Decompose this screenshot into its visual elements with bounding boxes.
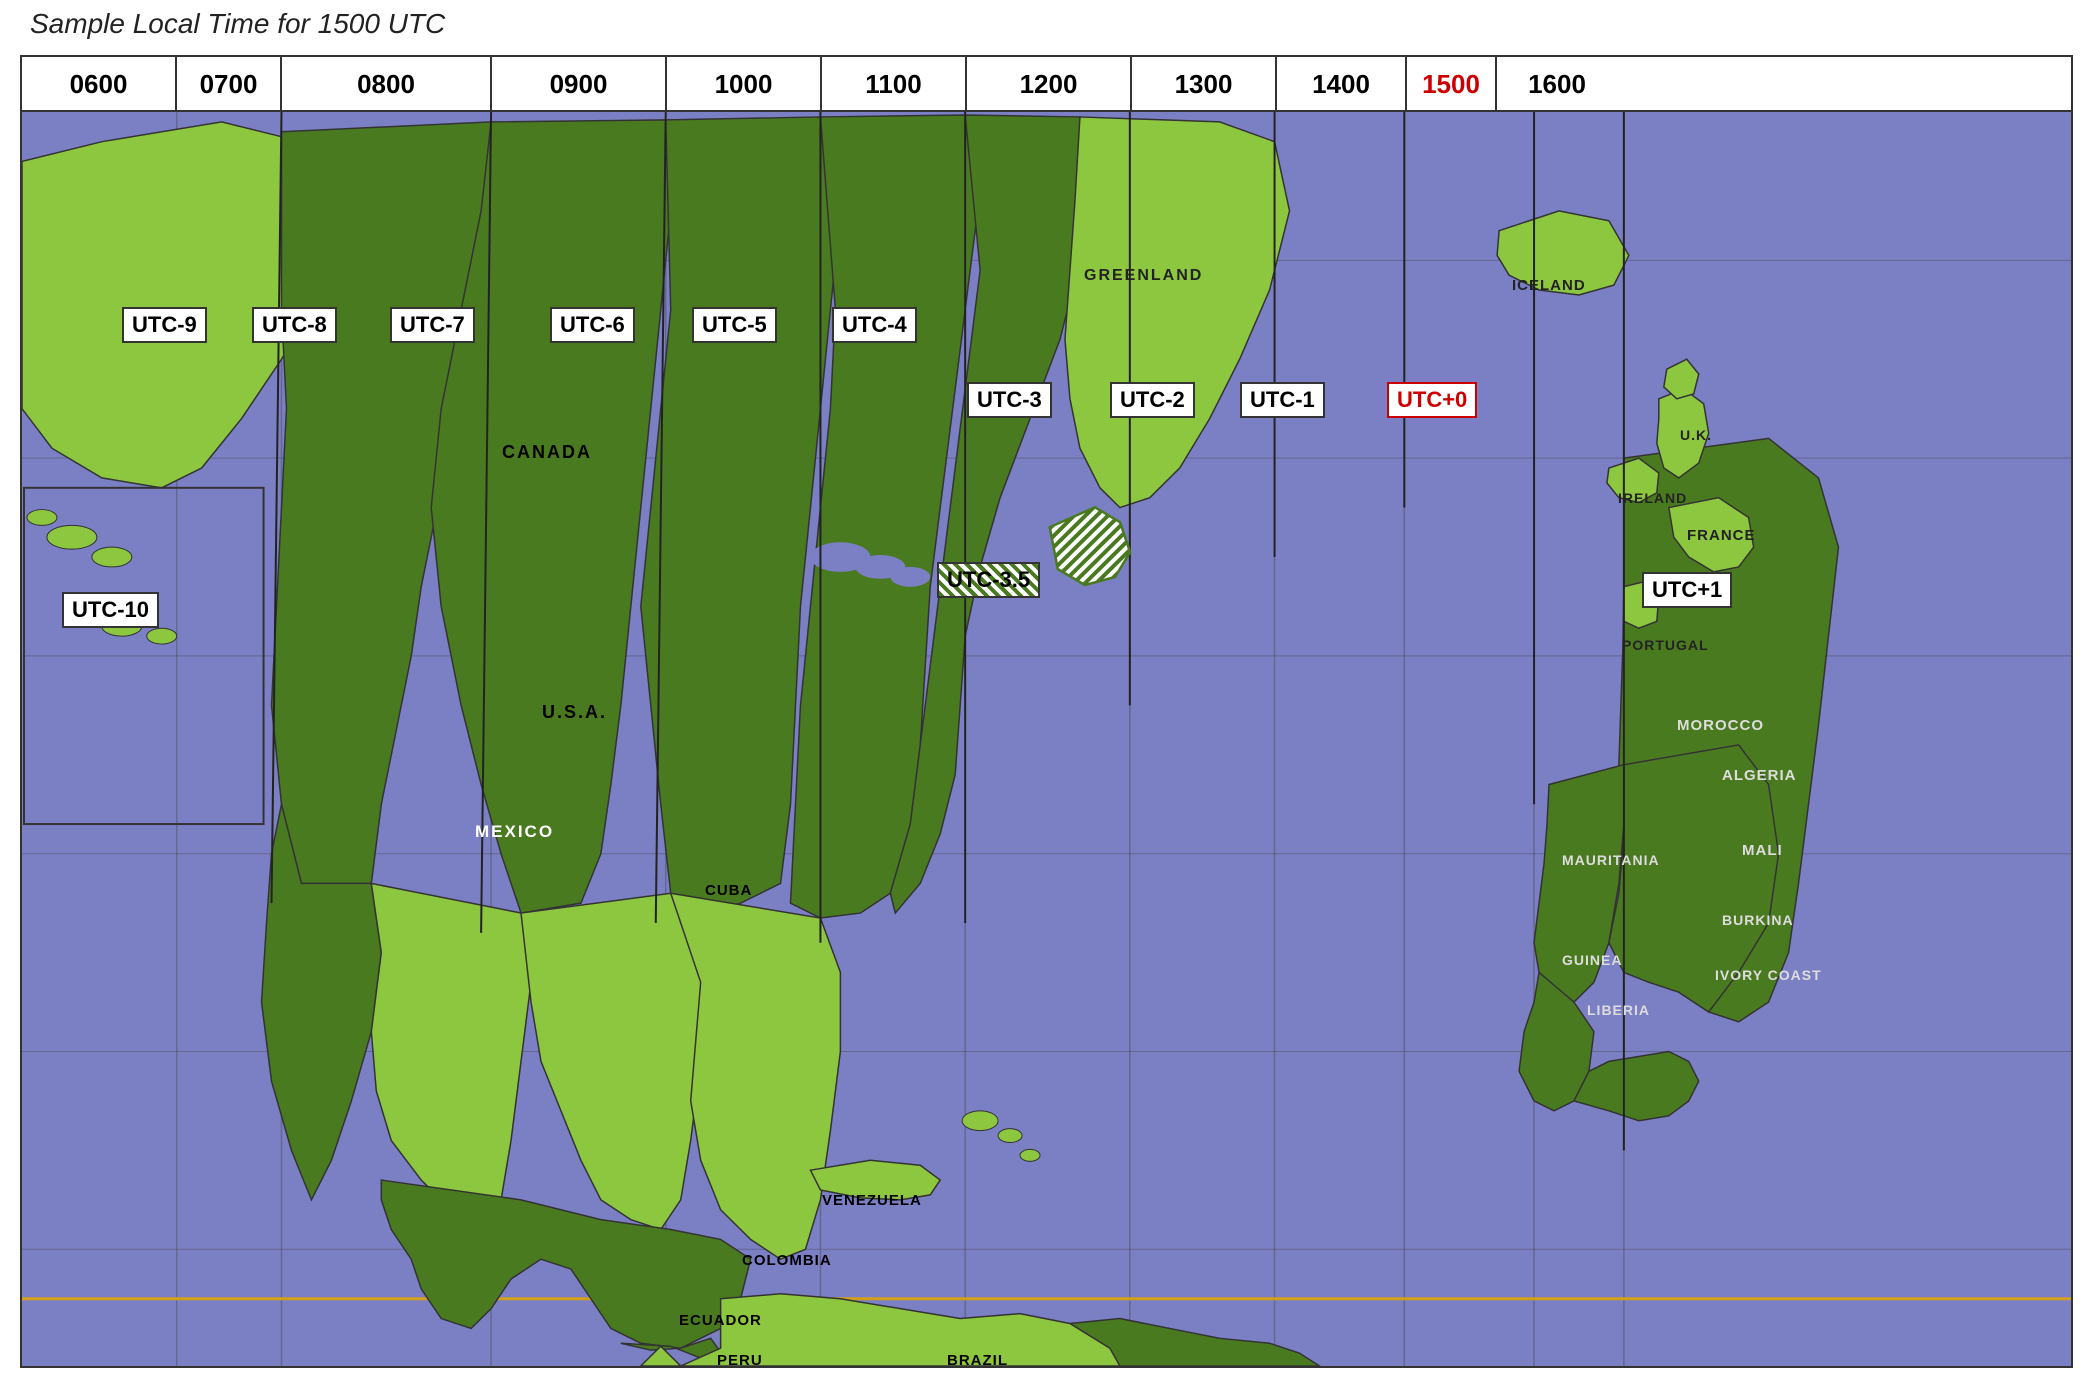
map-svg <box>22 112 2071 1366</box>
utc-label-5: UTC-5 <box>692 307 777 343</box>
time-1400: 1400 <box>1277 57 1407 112</box>
utc-label-9: UTC-9 <box>122 307 207 343</box>
time-header: 0600 0700 0800 0900 1000 1100 1200 1300 … <box>22 57 2071 112</box>
utc-label-0: UTC+0 <box>1387 382 1477 418</box>
time-1600: 1600 <box>1497 57 1617 112</box>
map-area: 0600 0700 0800 0900 1000 1100 1200 1300 … <box>20 55 2073 1368</box>
utc-label-6: UTC-6 <box>550 307 635 343</box>
utc-label-4: UTC-4 <box>832 307 917 343</box>
time-1300: 1300 <box>1132 57 1277 112</box>
utc-label-7: UTC-7 <box>390 307 475 343</box>
time-0900: 0900 <box>492 57 667 112</box>
utc-label-2: UTC-2 <box>1110 382 1195 418</box>
time-1200: 1200 <box>967 57 1132 112</box>
utc-label-8: UTC-8 <box>252 307 337 343</box>
time-1500: 1500 <box>1407 57 1497 112</box>
page-container: Sample Local Time for 1500 UTC 0600 0700… <box>0 0 2093 1378</box>
utc-label-10: UTC-10 <box>62 592 159 628</box>
utc-label-3: UTC-3 <box>967 382 1052 418</box>
time-0600: 0600 <box>22 57 177 112</box>
time-1100: 1100 <box>822 57 967 112</box>
map-content: UTC-10 UTC-9 UTC-8 UTC-7 UTC-6 UTC-5 <box>22 112 2071 1366</box>
utc-label-1: UTC-1 <box>1240 382 1325 418</box>
utc-label-plus1: UTC+1 <box>1642 572 1732 608</box>
time-0800: 0800 <box>282 57 492 112</box>
page-title: Sample Local Time for 1500 UTC <box>30 8 445 40</box>
utc-label-35: UTC-3.5 <box>937 562 1040 598</box>
time-0700: 0700 <box>177 57 282 112</box>
time-1000: 1000 <box>667 57 822 112</box>
